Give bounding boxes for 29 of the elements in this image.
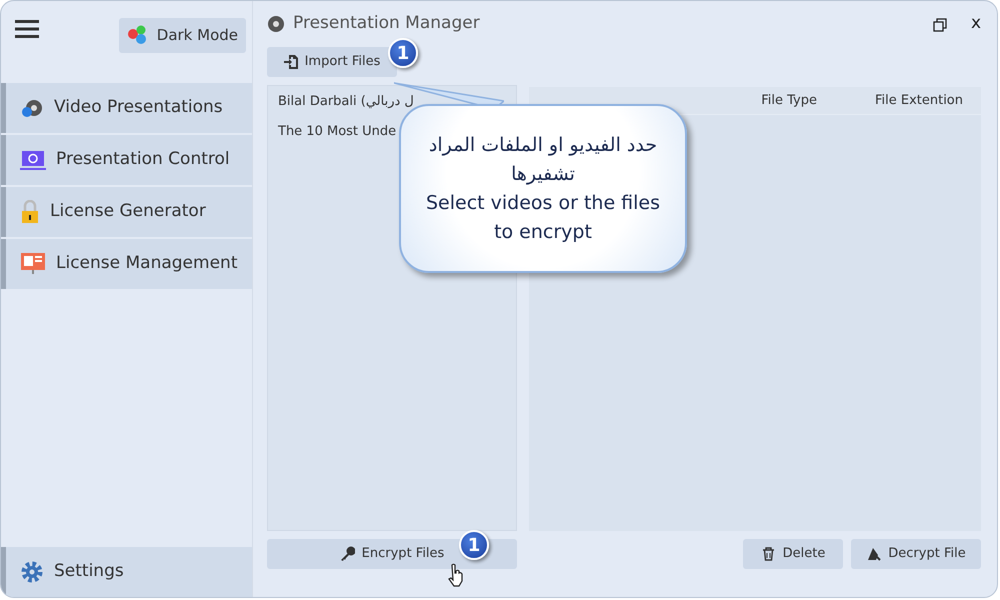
sidebar-item[interactable]: License Management: [1, 239, 252, 289]
callout-text: Select videos or the files to encrypt: [424, 190, 662, 244]
close-button[interactable]: x: [970, 11, 981, 37]
restore-icon: [932, 18, 947, 32]
sidebar-item[interactable]: Presentation Control: [1, 135, 252, 185]
file-name[interactable]: Bilal Darbali (ل دربالي: [278, 92, 414, 112]
decrypt-button[interactable]: Decrypt File: [851, 539, 981, 569]
settings-item[interactable]: Settings: [1, 547, 252, 597]
sidebar-item[interactable]: License Generator: [1, 187, 252, 237]
menu-icon: [15, 18, 39, 40]
callout-arabic-text: حدد الفيديو او الملفات المراد تشفيرها: [428, 132, 658, 187]
window-title: Presentation Manager: [293, 12, 480, 36]
sidebar-item[interactable]: Video Presentations: [1, 83, 252, 133]
trash-icon: [760, 546, 776, 562]
monitor-gear-icon: [20, 149, 46, 171]
hand-cursor-icon: [447, 563, 465, 587]
color-dots-icon: [126, 25, 149, 46]
import-files-button[interactable]: Import Files: [267, 47, 397, 77]
file-import-icon: [284, 54, 298, 70]
step-badge: 1: [388, 38, 418, 68]
dark-mode-button[interactable]: Dark Mode: [118, 18, 246, 52]
presentation-board-icon: [20, 252, 46, 276]
column-header[interactable]: File Type: [761, 90, 817, 110]
key-icon: [340, 546, 355, 562]
padlock-icon: [20, 200, 40, 224]
column-header[interactable]: File Extention: [874, 90, 963, 110]
delete-button[interactable]: Delete: [743, 539, 843, 569]
file-name[interactable]: The 10 Most Unde: [278, 122, 396, 141]
settings-icon: [20, 560, 44, 584]
